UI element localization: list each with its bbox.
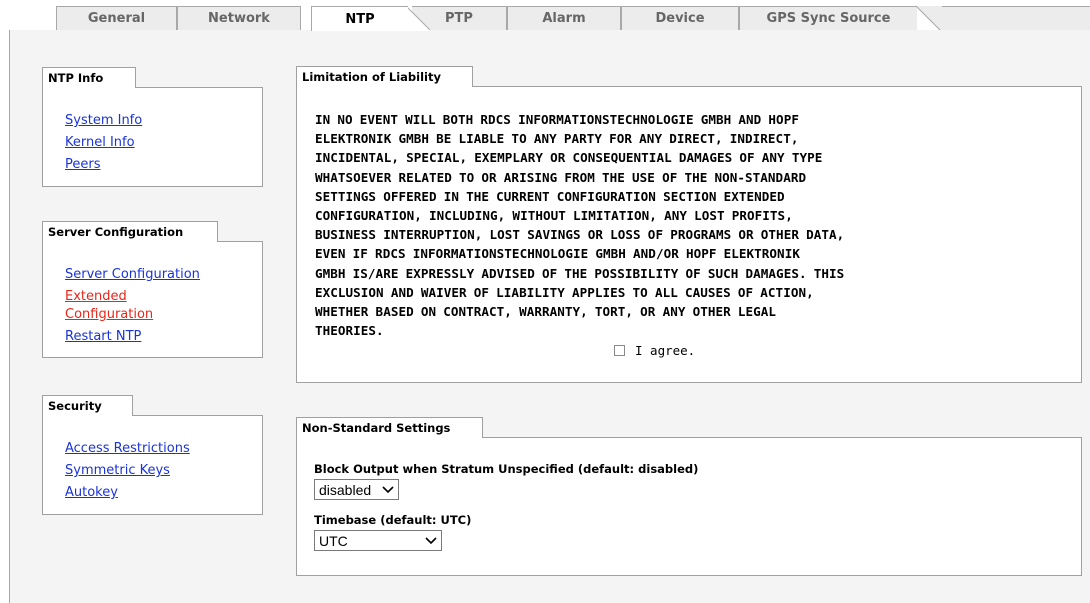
block-output-value: disabled bbox=[319, 481, 372, 498]
liability-line: INCIDENTAL, SPECIAL, EXEMPLARY OR CONSEQ… bbox=[315, 150, 823, 166]
tab-device[interactable]: Device bbox=[621, 6, 739, 30]
tab-ntp[interactable]: NTP bbox=[311, 6, 408, 31]
liability-panel-title: Limitation of Liability bbox=[296, 66, 473, 87]
tab-alarm[interactable]: Alarm bbox=[507, 6, 621, 30]
security-panel: Access Restrictions Symmetric Keys Autok… bbox=[42, 415, 263, 515]
link-peers[interactable]: Peers bbox=[65, 156, 101, 174]
liability-line: BUSINESS INTERRUPTION, LOST SAVINGS OR L… bbox=[315, 227, 845, 243]
ntp-info-panel-title: NTP Info bbox=[42, 67, 136, 88]
liability-line: EXCLUSION AND WAIVER OF LIABILITY APPLIE… bbox=[315, 284, 814, 300]
liability-text: IN NO EVENT WILL BOTH RDCS INFORMATIONST… bbox=[315, 110, 1015, 340]
liability-line: GMBH IS/ARE EXPRESSLY ADVISED OF THE POS… bbox=[315, 265, 845, 281]
block-output-select[interactable]: disabled bbox=[314, 479, 399, 500]
block-output-label: Block Output when Stratum Unspecified (d… bbox=[314, 462, 699, 476]
liability-line: WHATSOEVER RELATED TO OR ARISING FROM TH… bbox=[315, 169, 807, 185]
link-extended-configuration[interactable]: Extended Configuration bbox=[65, 288, 205, 324]
content-area: NTP Info System Info Kernel Info Peers S… bbox=[9, 30, 1090, 603]
tab-general[interactable]: General bbox=[56, 6, 177, 30]
tab-bar-filler bbox=[940, 6, 1090, 30]
link-symmetric-keys[interactable]: Symmetric Keys bbox=[65, 462, 170, 480]
tab-gps-sync-source[interactable]: GPS Sync Source bbox=[739, 6, 917, 30]
link-server-configuration[interactable]: Server Configuration bbox=[65, 266, 200, 284]
liability-panel: IN NO EVENT WILL BOTH RDCS INFORMATIONST… bbox=[296, 86, 1082, 383]
liability-line: WHETHER BASED ON CONTRACT, WARRANTY, TOR… bbox=[315, 304, 777, 320]
link-system-info[interactable]: System Info bbox=[65, 112, 142, 130]
liability-line: IN NO EVENT WILL BOTH RDCS INFORMATIONST… bbox=[315, 112, 799, 127]
liability-line: CONFIGURATION, INCLUDING, WITHOUT LIMITA… bbox=[315, 208, 793, 224]
liability-line: EVEN IF RDCS INFORMATIONSTECHNOLOGIE GMB… bbox=[315, 246, 800, 262]
timebase-select[interactable]: UTC bbox=[314, 530, 442, 551]
ntp-info-panel: System Info Kernel Info Peers bbox=[42, 87, 263, 187]
server-config-panel-title: Server Configuration bbox=[42, 221, 218, 242]
liability-line: THEORIES. bbox=[315, 323, 384, 339]
timebase-label: Timebase (default: UTC) bbox=[314, 513, 472, 527]
chevron-down-icon bbox=[425, 537, 437, 545]
liability-line: ELEKTRONIK GMBH BE LIABLE TO ANY PARTY F… bbox=[315, 131, 799, 147]
security-panel-title: Security bbox=[42, 395, 133, 416]
timebase-value: UTC bbox=[319, 532, 348, 549]
agree-checkbox[interactable] bbox=[614, 345, 625, 356]
non-standard-panel: Block Output when Stratum Unspecified (d… bbox=[296, 437, 1082, 576]
chevron-down-icon bbox=[382, 486, 394, 494]
tab-bar: General Network NTP PTP Alarm Device GPS… bbox=[0, 0, 1090, 31]
liability-line: SETTINGS OFFERED IN THE CURRENT CONFIGUR… bbox=[315, 188, 785, 204]
link-restart-ntp[interactable]: Restart NTP bbox=[65, 328, 141, 346]
link-autokey[interactable]: Autokey bbox=[65, 484, 118, 502]
agree-row: I agree. bbox=[614, 343, 695, 358]
link-kernel-info[interactable]: Kernel Info bbox=[65, 134, 135, 152]
tab-ntp-corner bbox=[405, 5, 432, 31]
link-access-restrictions[interactable]: Access Restrictions bbox=[65, 440, 190, 458]
server-config-panel: Server Configuration Extended Configurat… bbox=[42, 241, 263, 358]
tab-network[interactable]: Network bbox=[177, 6, 301, 30]
non-standard-panel-title: Non-Standard Settings bbox=[296, 417, 483, 438]
agree-label[interactable]: I agree. bbox=[635, 343, 695, 358]
tab-gps-corner bbox=[915, 5, 942, 31]
